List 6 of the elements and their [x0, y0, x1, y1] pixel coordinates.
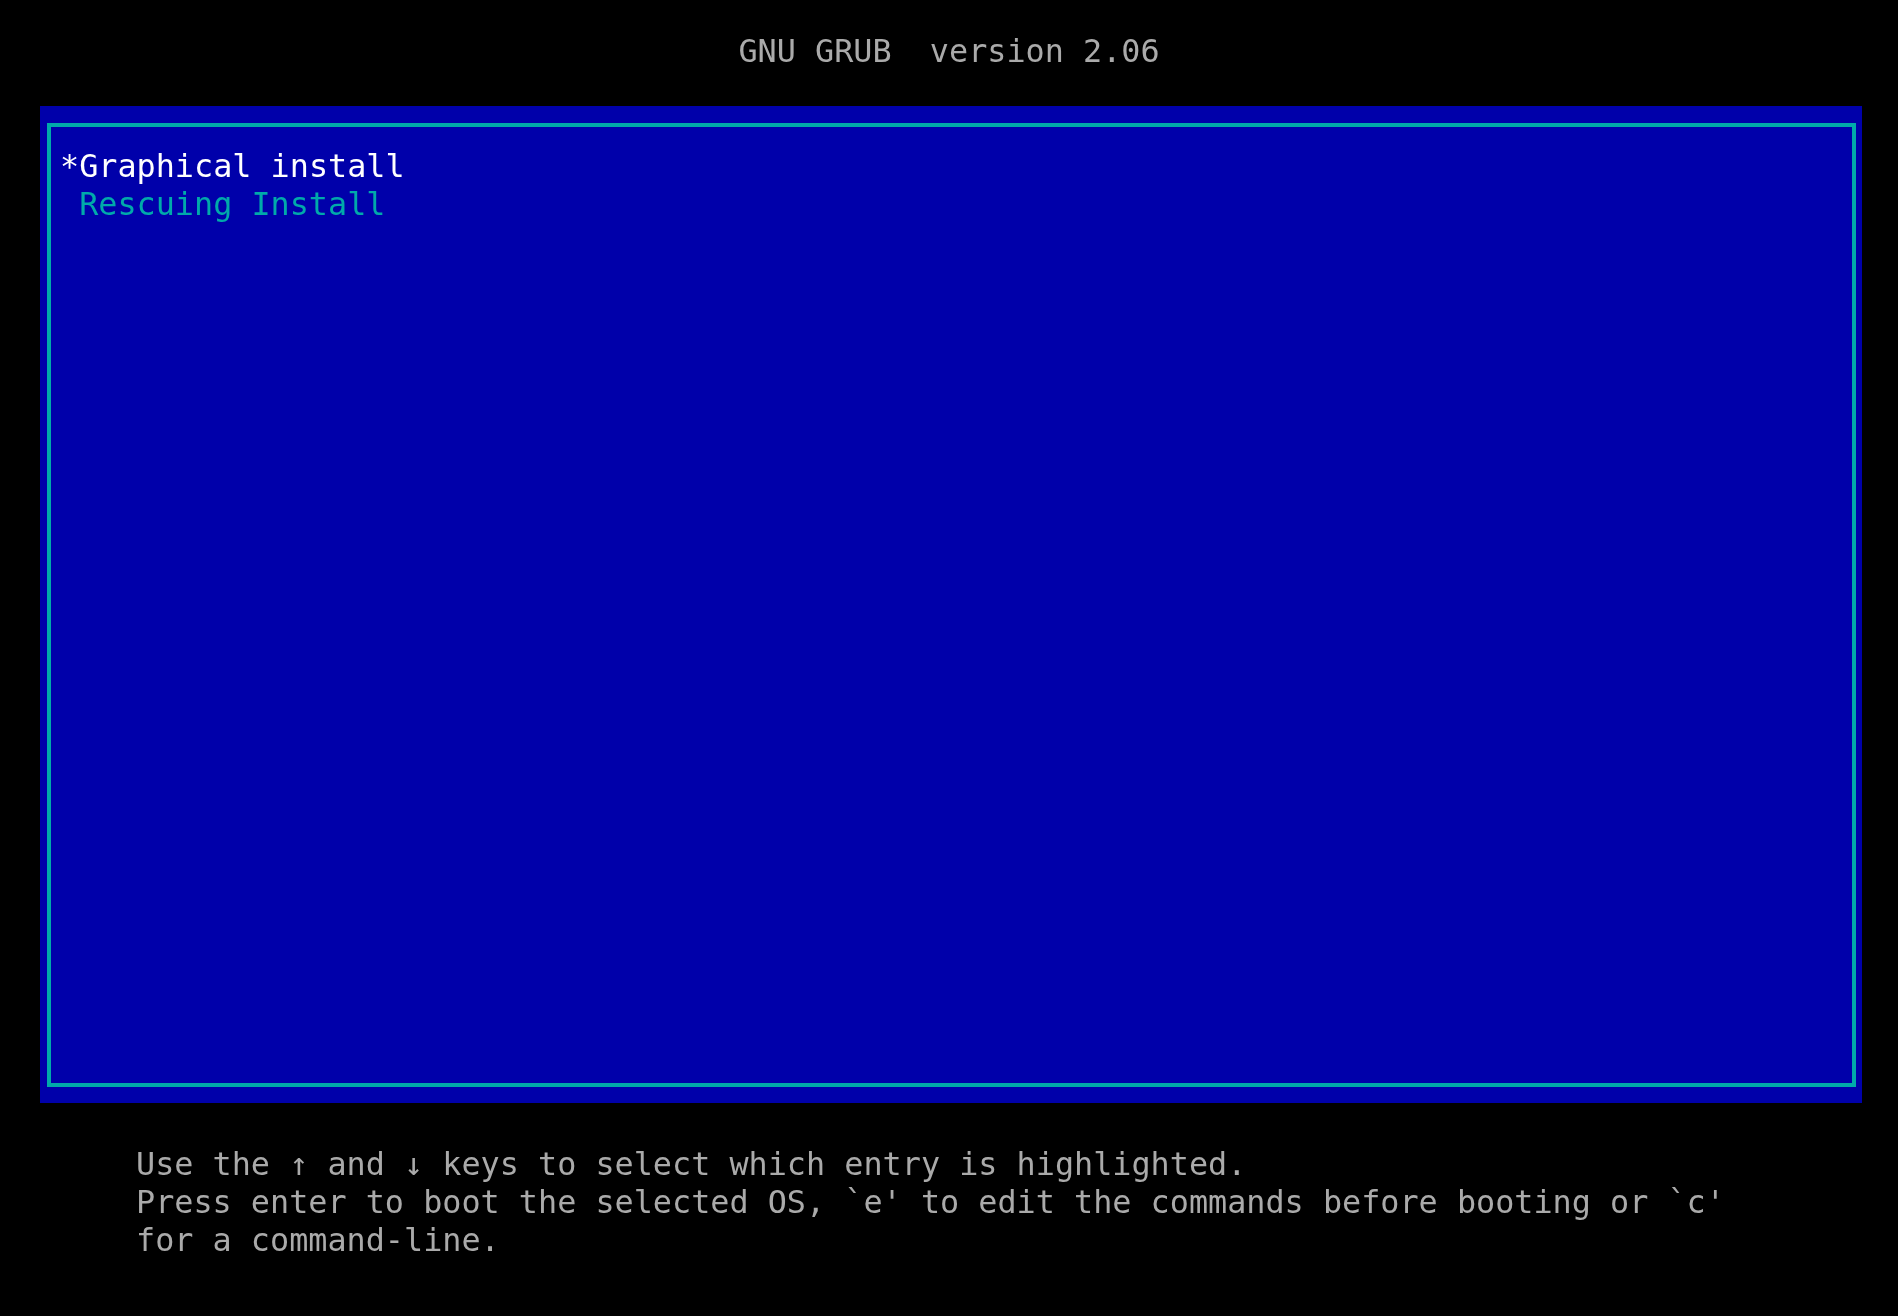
menu-entry[interactable]: Rescuing Install	[60, 185, 386, 223]
help-text: Use the ↑ and ↓ keys to select which entry is highlighted.	[136, 1145, 1248, 1183]
help-text: Press enter to boot the selected OS, `e' to edit the commands before booting or `c' for a command-line.	[136, 1183, 1726, 1259]
menu-entry[interactable]: *Graphical install	[60, 147, 405, 185]
selection-marker: *	[60, 147, 80, 185]
boot-loader-title: GNU GRUB version 2.06	[738, 32, 1160, 70]
